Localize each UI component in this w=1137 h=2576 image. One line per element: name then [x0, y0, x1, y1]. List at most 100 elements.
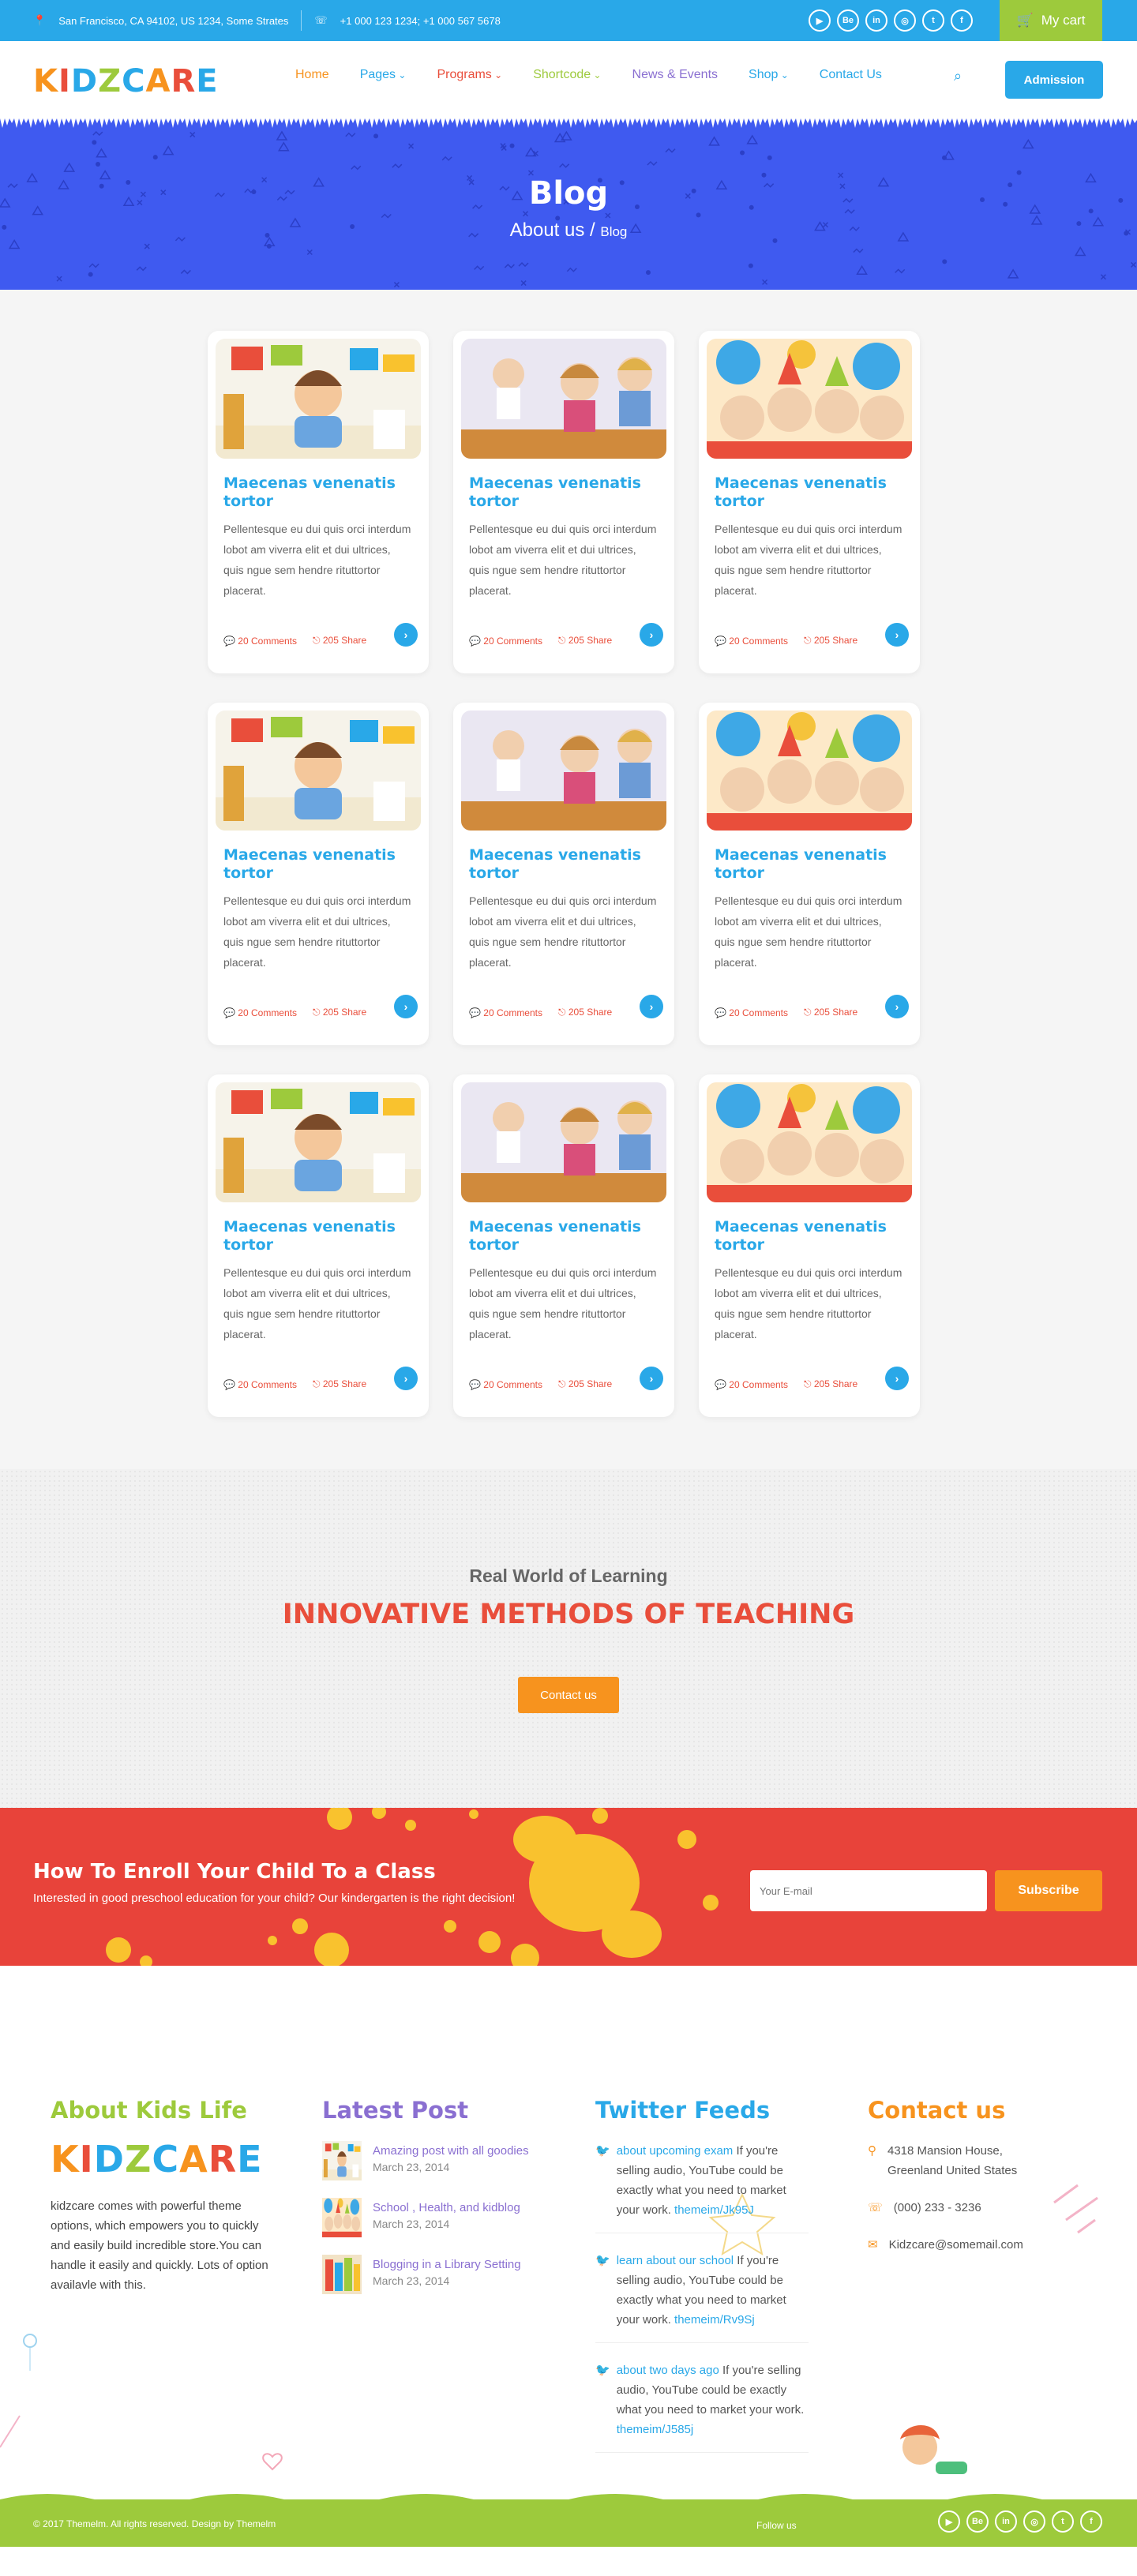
nav-item-home[interactable]: Home	[295, 68, 329, 82]
share-link[interactable]: ⎋ 205 Share	[558, 635, 612, 647]
share-link[interactable]: ⎋ 205 Share	[804, 635, 857, 647]
tweet-lead-link[interactable]: learn about our school	[617, 2254, 734, 2267]
post-image[interactable]	[461, 339, 666, 459]
blog-section: Maecenas venenatis tortor Pellentesque e…	[0, 290, 1137, 1469]
post-title[interactable]: Maecenas venenatis tortor	[715, 474, 904, 511]
tweet-link[interactable]: themeim/Jk95J	[674, 2203, 754, 2217]
read-more-arrow-icon[interactable]: ›	[640, 995, 663, 1018]
latest-post-thumb[interactable]	[322, 2255, 362, 2294]
post-title[interactable]: Maecenas venenatis tortor	[223, 474, 413, 511]
comments-link[interactable]: 💬 20 Comments	[223, 1379, 297, 1390]
linkedin-icon[interactable]: in	[865, 9, 887, 32]
share-link[interactable]: ⎋ 205 Share	[313, 1378, 366, 1390]
share-link[interactable]: ⎋ 205 Share	[313, 635, 366, 647]
logo-letter: R	[171, 63, 197, 99]
comments-link[interactable]: 💬 20 Comments	[469, 1007, 542, 1018]
latest-post-item[interactable]: School , Health, and kidblog March 23, 2…	[322, 2198, 551, 2237]
tweet-lead-link[interactable]: about two days ago	[617, 2364, 719, 2377]
blog-card[interactable]: Maecenas venenatis tortor Pellentesque e…	[453, 331, 674, 673]
latest-post-thumb[interactable]	[322, 2198, 362, 2237]
share-link[interactable]: ⎋ 205 Share	[558, 1378, 612, 1390]
tweet-link[interactable]: themeim/Rv9Sj	[674, 2313, 755, 2327]
comments-link[interactable]: 💬 20 Comments	[715, 636, 788, 647]
latest-post-title[interactable]: Blogging in a Library Setting	[373, 2255, 521, 2274]
tweet-link[interactable]: themeim/J585j	[617, 2423, 694, 2436]
instagram-icon[interactable]: ◎	[894, 9, 916, 32]
comments-link[interactable]: 💬 20 Comments	[715, 1007, 788, 1018]
footer-logo[interactable]: KIDZCARE	[51, 2138, 272, 2180]
nav-item-contact-us[interactable]: Contact Us	[820, 68, 882, 82]
facebook-icon[interactable]: f	[951, 9, 973, 32]
blog-card[interactable]: Maecenas venenatis tortor Pellentesque e…	[208, 1074, 429, 1417]
latest-post-item[interactable]: Amazing post with all goodies March 23, …	[322, 2141, 551, 2180]
read-more-arrow-icon[interactable]: ›	[885, 623, 909, 647]
blog-card[interactable]: Maecenas venenatis tortor Pellentesque e…	[453, 703, 674, 1045]
share-link[interactable]: ⎋ 205 Share	[558, 1007, 612, 1018]
blog-card[interactable]: Maecenas venenatis tortor Pellentesque e…	[208, 703, 429, 1045]
post-image[interactable]	[461, 711, 666, 831]
subscribe-button[interactable]: Subscribe	[995, 1870, 1102, 1911]
comments-link[interactable]: 💬 20 Comments	[715, 1379, 788, 1390]
twitter-icon[interactable]: t	[1052, 2510, 1074, 2533]
latest-post-thumb[interactable]	[322, 2141, 362, 2180]
post-image[interactable]	[216, 339, 421, 459]
read-more-arrow-icon[interactable]: ›	[640, 623, 663, 647]
nav-item-pages[interactable]: Pages ⌄	[360, 68, 407, 82]
tweet-lead-link[interactable]: about upcoming exam	[617, 2144, 734, 2158]
share-link[interactable]: ⎋ 205 Share	[804, 1378, 857, 1390]
post-image[interactable]	[707, 711, 912, 831]
post-image[interactable]	[216, 1082, 421, 1202]
search-icon[interactable]: ⌕	[954, 68, 962, 84]
blog-card[interactable]: Maecenas venenatis tortor Pellentesque e…	[699, 331, 920, 673]
post-image[interactable]	[461, 1082, 666, 1202]
post-title[interactable]: Maecenas venenatis tortor	[469, 474, 659, 511]
blog-card[interactable]: Maecenas venenatis tortor Pellentesque e…	[453, 1074, 674, 1417]
post-image[interactable]	[707, 339, 912, 459]
kidzcare-logo[interactable]: KIDZCARE	[33, 63, 219, 99]
comments-link[interactable]: 💬 20 Comments	[469, 1379, 542, 1390]
contact-us-button[interactable]: Contact us	[518, 1677, 619, 1713]
nav-item-shortcode[interactable]: Shortcode ⌄	[533, 68, 601, 82]
email-input[interactable]	[750, 1870, 987, 1911]
nav-item-programs[interactable]: Programs ⌄	[437, 68, 502, 82]
blog-card[interactable]: Maecenas venenatis tortor Pellentesque e…	[699, 703, 920, 1045]
post-title[interactable]: Maecenas venenatis tortor	[469, 846, 659, 883]
post-title[interactable]: Maecenas venenatis tortor	[223, 1218, 413, 1254]
behance-icon[interactable]: Be	[837, 9, 859, 32]
twitter-icon[interactable]: t	[922, 9, 944, 32]
blog-card[interactable]: Maecenas venenatis tortor Pellentesque e…	[208, 331, 429, 673]
admission-button[interactable]: Admission	[1005, 61, 1103, 99]
latest-post-title[interactable]: School , Health, and kidblog	[373, 2198, 520, 2218]
instagram-icon[interactable]: ◎	[1023, 2510, 1045, 2533]
read-more-arrow-icon[interactable]: ›	[394, 1367, 418, 1390]
blog-card[interactable]: Maecenas venenatis tortor Pellentesque e…	[699, 1074, 920, 1417]
read-more-arrow-icon[interactable]: ›	[885, 1367, 909, 1390]
nav-item-shop[interactable]: Shop ⌄	[749, 68, 789, 82]
youtube-icon[interactable]: ▶	[809, 9, 831, 32]
share-link[interactable]: ⎋ 205 Share	[804, 1007, 857, 1018]
post-title[interactable]: Maecenas venenatis tortor	[223, 846, 413, 883]
post-title[interactable]: Maecenas venenatis tortor	[469, 1218, 659, 1254]
read-more-arrow-icon[interactable]: ›	[394, 995, 418, 1018]
read-more-arrow-icon[interactable]: ›	[640, 1367, 663, 1390]
post-title[interactable]: Maecenas venenatis tortor	[715, 1218, 904, 1254]
behance-icon[interactable]: Be	[966, 2510, 989, 2533]
latest-post-item[interactable]: Blogging in a Library Setting March 23, …	[322, 2255, 551, 2294]
nav-item-news-events[interactable]: News & Events	[632, 68, 718, 82]
read-more-arrow-icon[interactable]: ›	[885, 995, 909, 1018]
read-more-arrow-icon[interactable]: ›	[394, 623, 418, 647]
my-cart-button[interactable]: 🛒 My cart	[1000, 0, 1102, 41]
email-value[interactable]: Kidzcare@somemail.com	[889, 2235, 1023, 2255]
comments-link[interactable]: 💬 20 Comments	[223, 636, 297, 647]
breadcrumb-parent[interactable]: About us	[510, 219, 585, 241]
share-link[interactable]: ⎋ 205 Share	[313, 1007, 366, 1018]
linkedin-icon[interactable]: in	[995, 2510, 1017, 2533]
youtube-icon[interactable]: ▶	[938, 2510, 960, 2533]
comments-link[interactable]: 💬 20 Comments	[223, 1007, 297, 1018]
facebook-icon[interactable]: f	[1080, 2510, 1102, 2533]
post-title[interactable]: Maecenas venenatis tortor	[715, 846, 904, 883]
comments-link[interactable]: 💬 20 Comments	[469, 636, 542, 647]
post-image[interactable]	[216, 711, 421, 831]
latest-post-title[interactable]: Amazing post with all goodies	[373, 2141, 529, 2161]
post-image[interactable]	[707, 1082, 912, 1202]
